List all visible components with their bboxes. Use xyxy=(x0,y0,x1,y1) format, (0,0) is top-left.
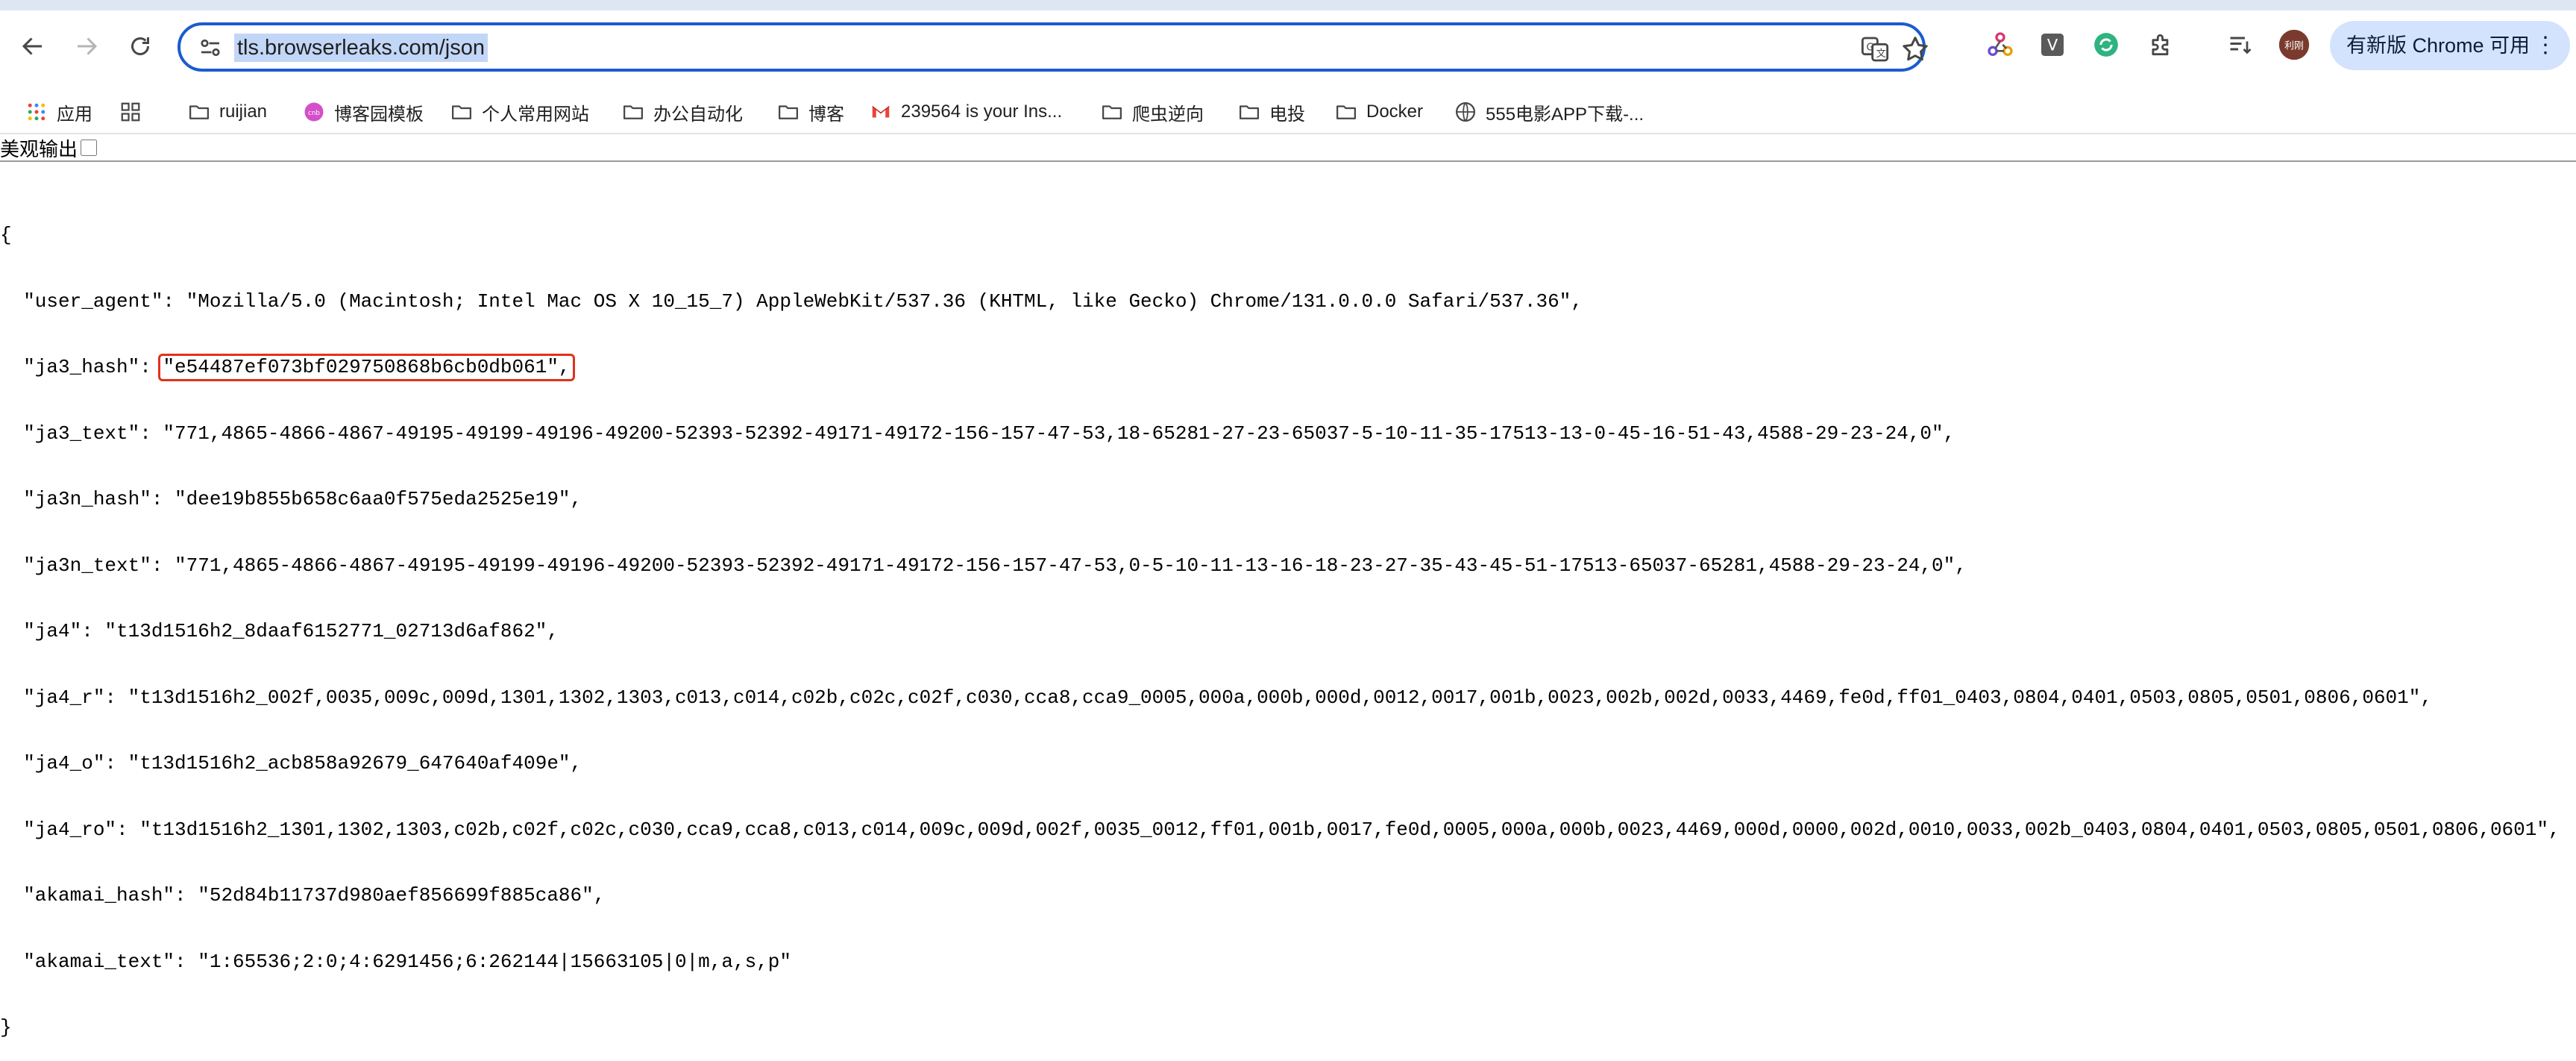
bookmark-555-movie[interactable]: 555电影APP下载-... xyxy=(1454,91,1644,133)
bookmark-tab-groups[interactable] xyxy=(119,91,151,133)
forward-button[interactable] xyxy=(64,24,109,69)
bookmark-label: Docker xyxy=(1366,101,1424,122)
extension-v-button[interactable]: V xyxy=(2033,25,2072,64)
extensions-button[interactable] xyxy=(2142,25,2181,64)
reload-button[interactable] xyxy=(118,24,163,69)
reading-list-button[interactable] xyxy=(2221,25,2260,64)
json-line-ja3-hash: "ja3_hash": "e54487ef073bf029750868b6cb0… xyxy=(0,356,2560,379)
puzzle-icon xyxy=(2152,34,2169,56)
folder-icon xyxy=(1101,101,1123,123)
bookmark-apps[interactable]: 应用 xyxy=(25,91,92,133)
extension-sync-button[interactable] xyxy=(2087,25,2126,64)
bookmark-star-icon[interactable] xyxy=(1900,34,1930,64)
extension-webhook-button[interactable] xyxy=(1981,25,2020,64)
profile-button[interactable]: 利刚 xyxy=(2275,25,2313,64)
reading-list-icon xyxy=(2230,37,2252,54)
bookmark-folder-crawler[interactable]: 爬虫逆向 xyxy=(1101,91,1204,133)
svg-text:cnb: cnb xyxy=(308,110,320,117)
bookmark-label: 博客 xyxy=(808,104,844,125)
json-line: { xyxy=(0,224,12,246)
bookmark-label: 555电影APP下载-... xyxy=(1486,104,1644,125)
bookmark-label: 博客园模板 xyxy=(334,104,424,125)
avatar: 利刚 xyxy=(2278,29,2310,60)
bookmark-label: 239564 is your Ins... xyxy=(901,101,1063,122)
bookmark-label: 爬虫逆向 xyxy=(1132,104,1204,125)
bookmark-label: 办公自动化 xyxy=(653,104,743,125)
v-extension-icon: V xyxy=(2041,34,2064,56)
folder-icon xyxy=(450,101,473,123)
json-line: "ja3_text": "771,4865-4866-4867-49195-49… xyxy=(0,422,1955,445)
more-vert-icon: ⋮ xyxy=(2534,33,2557,57)
folder-icon xyxy=(188,101,210,123)
folder-icon xyxy=(1335,101,1357,123)
svg-text:文: 文 xyxy=(1876,48,1886,60)
tab-strip-edge xyxy=(0,0,2576,10)
pretty-print-toggle: 美观输出 xyxy=(0,133,98,163)
update-button-label: 有新版 Chrome 可用 xyxy=(2346,34,2531,57)
bookmark-label: 个人常用网站 xyxy=(482,104,589,125)
bookmark-folder-personal-sites[interactable]: 个人常用网站 xyxy=(450,91,589,133)
reload-icon xyxy=(131,37,149,55)
pretty-print-label: 美观输出 xyxy=(0,137,78,160)
bookmark-gmail[interactable]: 239564 is your Ins... xyxy=(870,91,1062,133)
json-line: "akamai_hash": "52d84b11737d980aef856699… xyxy=(0,884,606,907)
folder-icon xyxy=(622,101,644,123)
json-line: "user_agent": "Mozilla/5.0 (Macintosh; I… xyxy=(0,289,1583,313)
json-line: "ja4": "t13d1516h2_8daaf6152771_02713d6a… xyxy=(0,620,559,642)
site-info-icon[interactable] xyxy=(197,34,224,61)
ja3-hash-key: "ja3_hash": xyxy=(0,356,163,378)
svg-text:G: G xyxy=(1866,43,1873,54)
bookmark-folder-docker[interactable]: Docker xyxy=(1335,91,1423,133)
ja3-hash-highlight: "e54487ef073bf029750868b6cb0db061", xyxy=(163,356,571,378)
apps-grid-icon xyxy=(25,101,48,123)
json-line: "ja4_o": "t13d1516h2_acb858a92679_647640… xyxy=(0,752,582,774)
svg-text:V: V xyxy=(2047,37,2058,54)
folder-icon xyxy=(777,101,799,123)
forward-arrow-icon xyxy=(78,37,98,55)
back-arrow-icon xyxy=(22,37,42,55)
bookmark-folder-office-automation[interactable]: 办公自动化 xyxy=(622,91,743,133)
svg-text:利刚: 利刚 xyxy=(2284,41,2304,52)
tab-groups-icon xyxy=(119,101,142,123)
json-line: "ja4_r": "t13d1516h2_002f,0035,009c,009d… xyxy=(0,686,2432,709)
json-line: "ja3n_text": "771,4865-4866-4867-49195-4… xyxy=(0,554,1967,577)
bookmark-label: 应用 xyxy=(57,104,92,125)
json-line: "ja3n_hash": "dee19b855b658c6aa0f575eda2… xyxy=(0,488,582,510)
bookmark-label: ruijian xyxy=(219,101,268,122)
translate-icon[interactable]: G文 xyxy=(1860,34,1890,64)
pretty-print-checkbox[interactable] xyxy=(81,140,98,156)
address-bar[interactable]: tls.browserleaks.com/json G文 xyxy=(178,22,1928,72)
folder-icon xyxy=(1238,101,1260,123)
bookmark-blog-template[interactable]: cnb 博客园模板 xyxy=(303,91,424,133)
blog-site-icon: cnb xyxy=(303,101,325,123)
url-text[interactable]: tls.browserleaks.com/json xyxy=(234,34,488,62)
sync-extension-icon xyxy=(2094,33,2118,57)
gmail-icon xyxy=(870,101,892,123)
webhook-extension-icon xyxy=(1988,32,2013,57)
browser-toolbar: tls.browserleaks.com/json G文 V 利刚 有新版 Ch… xyxy=(0,0,2576,91)
bookmark-label: 电投 xyxy=(1269,104,1305,125)
bookmark-folder-diantou[interactable]: 电投 xyxy=(1238,91,1305,133)
bookmarks-bar: 应用 ruijian cnb 博客园模板 个人常用网站 办公自动化 博客 239… xyxy=(0,91,2576,134)
chrome-update-button[interactable]: 有新版 Chrome 可用 ⋮ xyxy=(2330,21,2570,70)
bookmark-folder-ruijian[interactable]: ruijian xyxy=(188,91,267,133)
json-output: { "user_agent": "Mozilla/5.0 (Macintosh;… xyxy=(0,181,2560,1061)
bookmark-folder-blog[interactable]: 博客 xyxy=(777,91,844,133)
back-button[interactable] xyxy=(10,24,55,69)
divider xyxy=(0,160,2576,162)
json-line: "ja4_ro": "t13d1516h2_1301,1302,1303,c02… xyxy=(0,818,2560,841)
json-line: } xyxy=(0,1016,12,1039)
json-line: "akamai_text": "1:65536;2:0;4:6291456;6:… xyxy=(0,950,791,973)
globe-icon xyxy=(1454,101,1477,123)
